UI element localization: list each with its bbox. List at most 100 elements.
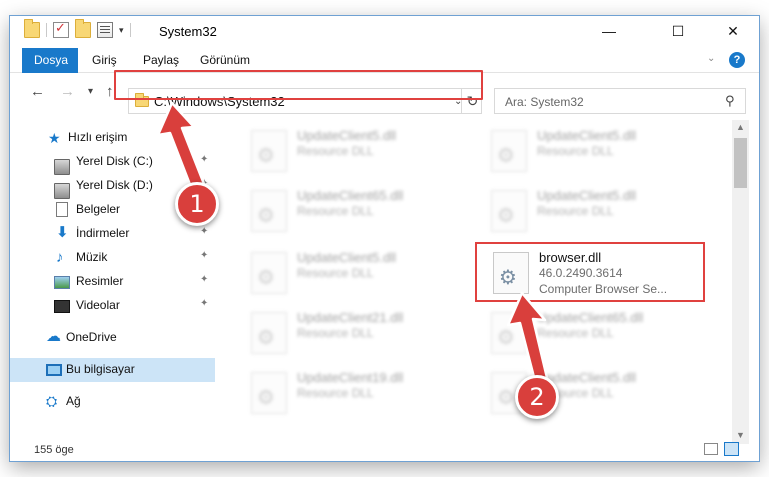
pin-icon[interactable]: ✦ [200,274,208,285]
dll-file-icon: ⚙ [491,130,527,172]
scroll-down-icon[interactable]: ▼ [736,430,745,440]
file-name: UpdateClient19.dll [297,370,404,385]
file-type: Resource DLL [537,204,614,218]
dll-file-icon: ⚙ [251,130,287,172]
sidebar-item-pictures[interactable]: Resimler ✦ [10,270,215,294]
sidebar-item-videos[interactable]: Videolar ✦ [10,294,215,318]
sidebar-item-label: Ağ [66,394,81,408]
sidebar-item-label: Videolar [76,298,120,312]
sidebar-item-network[interactable]: ⛭ Ağ [10,390,215,414]
scroll-up-icon[interactable]: ▲ [736,122,745,132]
up-arrow-icon[interactable]: ↑ [106,83,114,100]
step-1-badge: 1 [175,182,219,226]
file-type: Resource DLL [297,144,374,158]
file-name: UpdateClient5.dll [537,188,637,203]
file-type: Resource DLL [537,144,614,158]
sidebar-item-label: Belgeler [76,202,121,216]
dll-file-icon: ⚙ [491,190,527,232]
scroll-thumb[interactable] [734,138,747,188]
tab-file[interactable]: Dosya [22,48,78,73]
expand-ribbon-chevron-icon[interactable]: ⌄ [707,53,715,64]
gear-icon: ⚙ [257,327,275,349]
drive-icon [54,159,70,175]
sidebar-item-label: Yerel Disk (D:) [76,178,153,192]
pictures-icon [54,276,70,289]
details-view-icon[interactable] [704,443,718,455]
folder-icon [24,19,40,38]
sidebar-item-downloads[interactable]: ⬇ İndirmeler ✦ [10,222,215,246]
window-title: System32 [159,24,217,39]
properties-check-icon[interactable] [53,20,69,38]
separator [129,23,131,37]
videos-icon [54,300,70,313]
gear-icon: ⚙ [257,267,275,289]
sidebar-item-label: Bu bilgisayar [66,362,135,376]
step-2-badge: 2 [515,375,559,419]
documents-icon [56,202,68,217]
sidebar-item-label: Müzik [76,250,108,264]
help-icon[interactable]: ? [729,52,745,68]
pin-icon[interactable]: ✦ [200,226,208,237]
music-icon: ♪ [56,249,64,266]
sidebar-item-label: OneDrive [66,330,117,344]
gear-icon: ⚙ [497,145,515,167]
drive-icon [54,183,70,199]
download-icon: ⬇ [56,224,69,241]
back-arrow-icon[interactable]: ← [30,83,45,100]
sidebar-item-label: Resimler [76,274,124,288]
quick-access-toolbar: ▾ [24,19,131,38]
file-name: UpdateClient65.dll [297,188,404,203]
search-box[interactable]: Ara: System32 ⚲ [494,88,746,114]
customize-toolbar-dropdown-icon[interactable]: ▾ [119,25,124,36]
file-item[interactable]: ⚙ UpdateClient5.dll Resource DLL [485,184,715,240]
file-name: UpdateClient5.dll [297,128,397,143]
sidebar-item-onedrive[interactable]: ☁ OneDrive [10,326,215,350]
view-properties-icon[interactable] [97,22,113,38]
sidebar-item-label: İndirmeler [76,226,130,240]
search-placeholder[interactable]: Ara: System32 [505,95,584,109]
minimize-button[interactable]: — [586,16,632,46]
file-type: Resource DLL [297,386,374,400]
recent-locations-chevron-icon[interactable]: ▾ [88,86,93,97]
file-name: UpdateClient21.dll [297,310,404,325]
file-name: UpdateClient5.dll [537,128,637,143]
sidebar-item-label: Hızlı erişim [68,130,128,144]
forward-arrow-icon[interactable]: → [60,83,75,100]
file-item[interactable]: ⚙ UpdateClient5.dll Resource DLL [245,246,475,302]
file-item[interactable]: ⚙ UpdateClient19.dll Resource DLL [245,366,475,422]
file-type: Resource DLL [297,326,374,340]
gear-icon: ⚙ [257,205,275,227]
new-folder-icon[interactable] [75,19,91,38]
file-type: Resource DLL [297,266,374,280]
dll-file-icon: ⚙ [251,372,287,414]
network-icon: ⛭ [46,393,58,409]
sidebar-item-label: Yerel Disk (C:) [76,154,153,168]
gear-icon: ⚙ [257,387,275,409]
file-item[interactable]: ⚙ UpdateClient5.dll Resource DLL [485,124,715,180]
file-type: Resource DLL [297,204,374,218]
large-icons-view-icon[interactable] [724,442,739,456]
status-bar: 155 öge [10,440,759,461]
file-item[interactable]: ⚙ UpdateClient21.dll Resource DLL [245,306,475,362]
sidebar-item-music[interactable]: ♪ Müzik ✦ [10,246,215,270]
separator [46,23,47,37]
dll-file-icon: ⚙ [251,312,287,354]
computer-icon [46,364,62,376]
item-count: 155 öge [34,444,74,456]
pin-icon[interactable]: ✦ [200,250,208,261]
star-icon: ★ [48,130,61,146]
gear-icon: ⚙ [257,145,275,167]
sidebar-item-this-pc[interactable]: Bu bilgisayar [10,358,215,382]
title-bar: ▾ System32 — ☐ ✕ [10,16,759,48]
search-icon[interactable]: ⚲ [725,93,735,109]
close-button[interactable]: ✕ [710,16,756,46]
vertical-scrollbar[interactable]: ▲ ▼ [732,120,749,444]
cloud-icon: ☁ [46,328,61,345]
file-item[interactable]: ⚙ UpdateClient65.dll Resource DLL [245,184,475,240]
dll-file-icon: ⚙ [251,252,287,294]
maximize-button[interactable]: ☐ [655,16,701,46]
gear-icon: ⚙ [497,205,515,227]
dll-file-icon: ⚙ [251,190,287,232]
pin-icon[interactable]: ✦ [200,298,208,309]
file-item[interactable]: ⚙ UpdateClient5.dll Resource DLL [245,124,475,180]
